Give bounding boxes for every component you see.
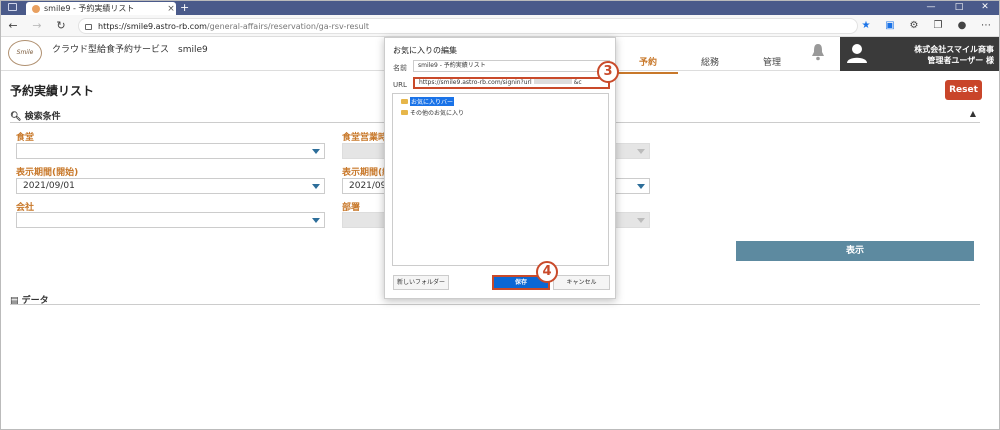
- new-folder-button[interactable]: 新しいフォルダー: [393, 275, 449, 290]
- folder-label: その他のお気に入り: [410, 110, 465, 117]
- profile-icon[interactable]: ●: [956, 20, 968, 32]
- smile-logo[interactable]: Smile: [8, 40, 42, 66]
- tab-close-icon[interactable]: ×: [166, 4, 176, 14]
- chevron-down-icon: [312, 149, 320, 154]
- url-path: /general-affairs/reservation/ga-rsv-resu…: [206, 21, 370, 31]
- folder-other-favorites[interactable]: その他のお気に入り: [401, 108, 464, 117]
- maximize-button[interactable]: □: [946, 0, 972, 15]
- user-avatar-icon: [847, 44, 867, 63]
- period-start-select[interactable]: 2021/09/01: [16, 178, 325, 194]
- page-title: 予約実績リスト: [10, 84, 95, 98]
- url-field[interactable]: https://smile9.astro-rb.com/signin?url &c: [413, 77, 610, 89]
- table-icon: ▤: [10, 296, 19, 306]
- favicon-icon: [32, 4, 40, 13]
- browser-tab[interactable]: smile9 - 予約実績リスト ×: [26, 2, 176, 15]
- split-screen-icon[interactable]: ▣: [884, 20, 896, 32]
- back-icon[interactable]: ←: [6, 19, 20, 33]
- url-field-tail: &c: [573, 79, 582, 86]
- more-menu-icon[interactable]: ⋯: [980, 20, 992, 32]
- window-icon: [8, 3, 17, 11]
- new-tab-button[interactable]: +: [180, 1, 189, 14]
- chevron-down-icon: [312, 218, 320, 223]
- tab-title: smile9 - 予約実績リスト: [44, 4, 135, 13]
- folder-favorites-bar[interactable]: お気に入りバー: [401, 97, 455, 106]
- collapse-caret-icon[interactable]: ▲: [970, 109, 976, 118]
- favorite-star-icon[interactable]: ★: [860, 20, 872, 32]
- company-name: 株式会社スマイル商事: [914, 45, 994, 54]
- user-panel[interactable]: 株式会社スマイル商事 管理者ユーザー 様: [840, 37, 1000, 71]
- cancel-button[interactable]: キャンセル: [553, 275, 610, 290]
- cafeteria-select[interactable]: [16, 143, 325, 159]
- service-name: クラウド型給食予約サービス smile9: [52, 45, 208, 55]
- name-field[interactable]: smile9 - 予約実績リスト: [413, 60, 610, 72]
- nav-general-affairs[interactable]: 総務: [680, 55, 740, 68]
- data-section-title: データ: [21, 296, 49, 306]
- search-section-title: 検索条件: [24, 112, 61, 122]
- cafeteria-label: 食堂: [16, 133, 35, 143]
- chevron-down-icon: [637, 149, 645, 154]
- dialog-title: お気に入りの編集: [393, 46, 457, 55]
- period-start-label: 表示期間(開始): [16, 168, 79, 178]
- user-name: 管理者ユーザー 様: [927, 56, 994, 65]
- nav-admin[interactable]: 管理: [742, 55, 802, 68]
- reset-button[interactable]: Reset: [945, 80, 982, 100]
- period-start-value: 2021/09/01: [23, 181, 75, 191]
- step-marker-3: 3: [597, 61, 619, 83]
- chevron-down-icon: [312, 184, 320, 189]
- chevron-down-icon: [637, 218, 645, 223]
- name-label: 名前: [393, 64, 407, 72]
- step-marker-4: 4: [536, 261, 558, 283]
- lock-icon: [85, 24, 92, 30]
- cafeteria-hours-label: 食堂営業時: [342, 133, 388, 143]
- address-bar-row: ← → ↻ https://smile9.astro-rb.com /gener…: [0, 15, 1000, 37]
- minimize-button[interactable]: —: [918, 0, 944, 15]
- folder-icon: [401, 99, 408, 104]
- reload-icon[interactable]: ↻: [54, 19, 68, 33]
- collections-icon[interactable]: ❐: [932, 20, 944, 32]
- close-window-button[interactable]: ✕: [972, 0, 998, 15]
- folder-icon: [401, 110, 408, 115]
- extensions-icon[interactable]: ⚙: [908, 20, 920, 32]
- redacted-block: [533, 79, 572, 84]
- bell-icon[interactable]: [811, 43, 825, 61]
- url-field-value: https://smile9.astro-rb.com/signin?url: [419, 79, 532, 86]
- url-domain: https://smile9.astro-rb.com: [98, 21, 207, 31]
- company-select[interactable]: [16, 212, 325, 228]
- search-icon: 🔍︎: [10, 112, 22, 122]
- forward-icon[interactable]: →: [30, 19, 44, 33]
- chevron-down-icon: [637, 184, 645, 189]
- nav-reservation[interactable]: 予約: [618, 55, 678, 74]
- folder-tree: お気に入りバー その他のお気に入り: [392, 93, 609, 266]
- folder-label: お気に入りバー: [410, 97, 455, 106]
- show-button[interactable]: 表示: [736, 241, 974, 261]
- url-input[interactable]: https://smile9.astro-rb.com /general-aff…: [78, 18, 858, 34]
- browser-titlebar: smile9 - 予約実績リスト × + — □ ✕: [0, 0, 1000, 15]
- edit-favorite-dialog: お気に入りの編集 名前 smile9 - 予約実績リスト URL https:/…: [384, 37, 616, 299]
- url-label: URL: [393, 81, 407, 89]
